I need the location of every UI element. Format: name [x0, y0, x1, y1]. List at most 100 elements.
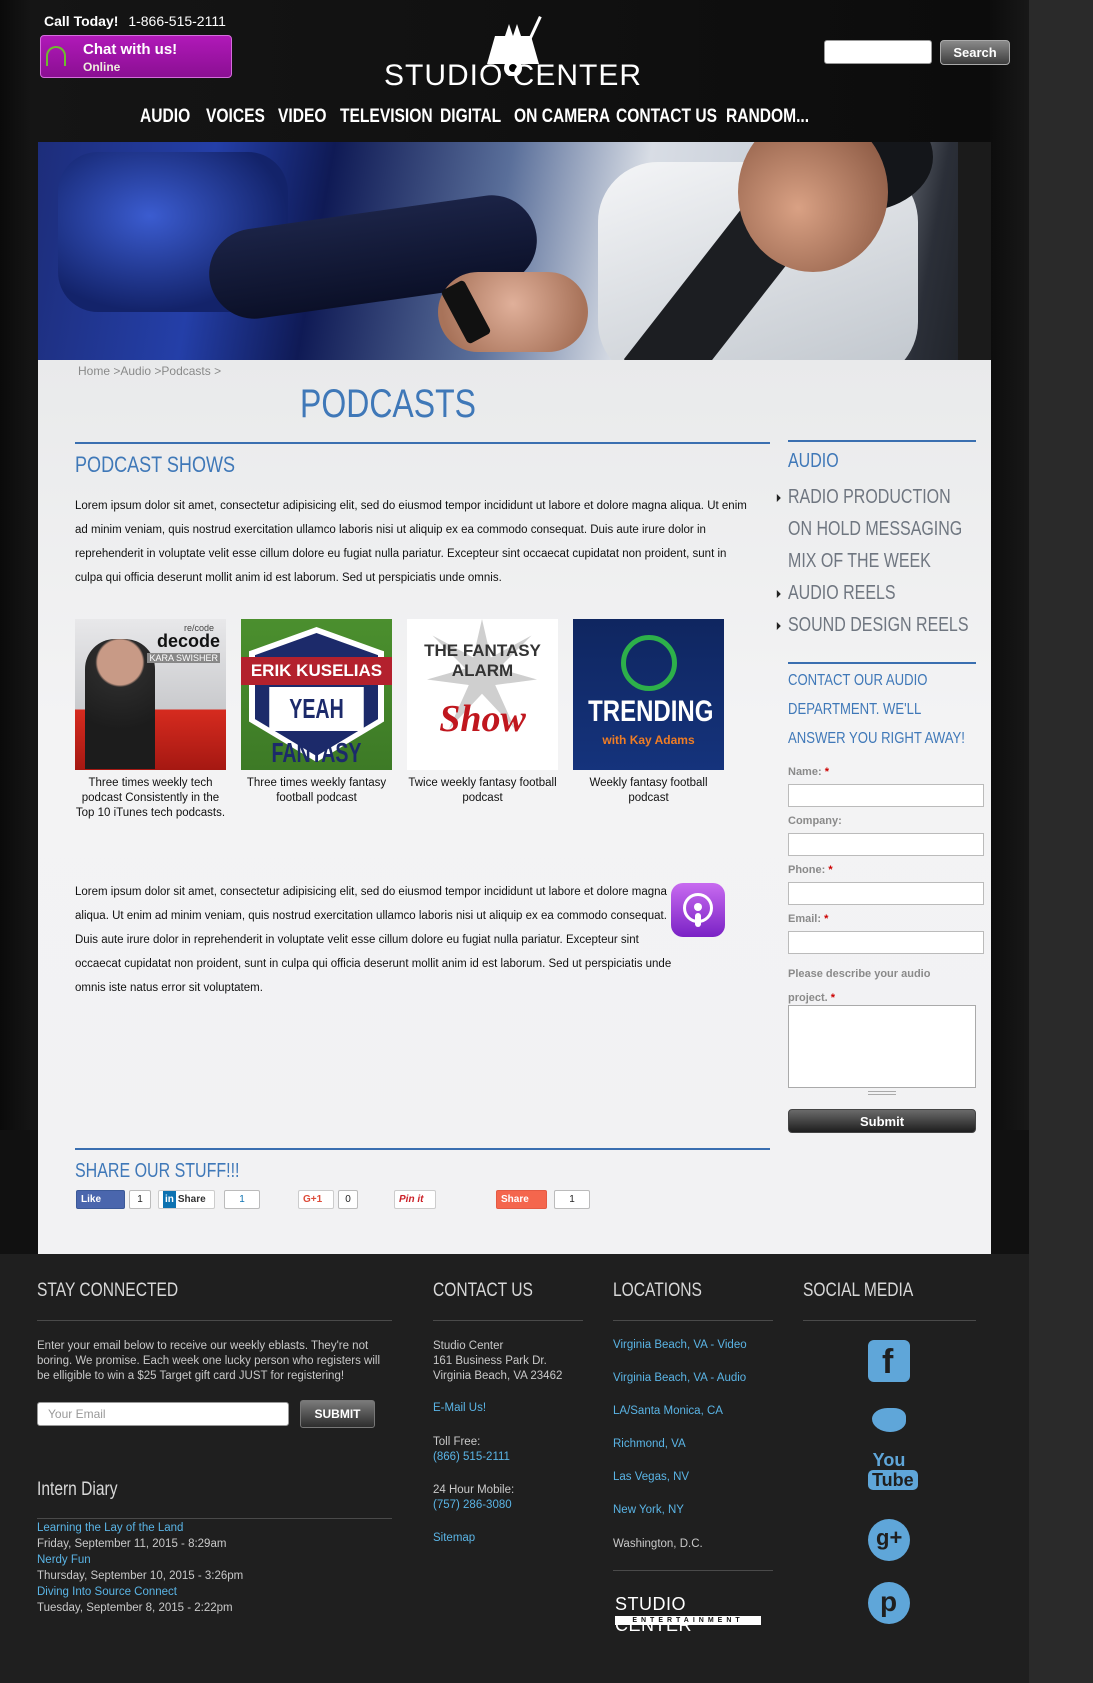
name-label-text: Name: [788, 766, 822, 778]
name-field[interactable] [788, 784, 984, 807]
nav-television[interactable]: TELEVISION [340, 106, 433, 128]
nav-random[interactable]: RANDOM... [726, 106, 809, 128]
youtube-icon[interactable]: You Tube [868, 1450, 918, 1498]
chat-status: Online [83, 60, 121, 74]
contact-address-2: Virginia Beach, VA 23462 [433, 1370, 563, 1382]
google-plus-button[interactable]: G+1 [298, 1190, 334, 1209]
art-title: TRENDING [588, 695, 714, 728]
sitemap-link[interactable]: Sitemap [433, 1532, 475, 1544]
contact-us-heading: CONTACT US [433, 1280, 533, 1301]
art-sub: with Kay Adams [602, 733, 695, 747]
tollfree-number[interactable]: (866) 515-2111 [433, 1451, 510, 1463]
submit-button[interactable]: Submit [788, 1109, 976, 1133]
phone-label-text: Phone: [788, 864, 826, 876]
phone-label: Phone: * [788, 864, 833, 876]
email-us-link[interactable]: E-Mail Us! [433, 1402, 486, 1414]
chat-button[interactable]: Chat with us! Online [40, 35, 232, 78]
share-divider [75, 1148, 770, 1150]
nav-voices[interactable]: VOICES [206, 106, 270, 128]
intern-diary-heading: Intern Diary [37, 1479, 118, 1500]
sidebar-item-mix-of-the-week[interactable]: MIX OF THE WEEK [788, 550, 968, 582]
location-link[interactable]: LA/Santa Monica, CA [613, 1405, 723, 1417]
contact-name: Studio Center [433, 1340, 504, 1352]
facebook-like-button[interactable]: Like [76, 1190, 125, 1209]
phone-field[interactable] [788, 882, 984, 905]
pinterest-icon[interactable]: p [868, 1582, 910, 1624]
location-link[interactable]: Virginia Beach, VA - Audio [613, 1372, 746, 1384]
email-label: Email: * [788, 913, 828, 925]
show-card[interactable]: THE FANTASY ALARM Show Twice weekly fant… [407, 619, 573, 821]
breadcrumb[interactable]: Home >Audio >Podcasts > [78, 364, 221, 378]
call-phone[interactable]: 1-866-515-2111 [128, 13, 226, 29]
hero-seat-right [958, 142, 991, 360]
arrow-icon [776, 494, 781, 502]
sidebar-heading[interactable]: AUDIO [788, 450, 839, 473]
sidebar-item-radio-production[interactable]: RADIO PRODUCTION [776, 486, 968, 518]
location-link[interactable]: New York, NY [613, 1504, 684, 1516]
location-link[interactable]: Virginia Beach, VA - Video [613, 1339, 747, 1351]
art-title: THE FANTASY ALARM [424, 641, 541, 680]
show-art-trending[interactable]: TRENDING with Kay Adams [573, 619, 724, 770]
show-card[interactable]: re/code decode KARA SWISHER Three times … [75, 619, 241, 821]
nav-contact-us[interactable]: CONTACT US [616, 106, 717, 128]
company-label: Company: [788, 815, 842, 827]
nav-audio[interactable]: AUDIO [140, 106, 199, 128]
diary-link[interactable]: Nerdy Fun [37, 1552, 243, 1568]
sidebar-divider [788, 440, 976, 442]
nav-on-camera[interactable]: ON CAMERA [514, 106, 610, 128]
name-label: Name: * [788, 766, 829, 778]
linkedin-share-button[interactable]: in Share [158, 1190, 215, 1209]
tollfree-label: Toll Free: [433, 1436, 481, 1448]
required-mark: * [830, 992, 836, 1004]
twitter-icon[interactable] [868, 1400, 910, 1442]
pinterest-button[interactable]: Pin it [394, 1190, 436, 1209]
location-link[interactable]: Las Vegas, NV [613, 1471, 689, 1483]
newsletter-email-input[interactable]: Your Email [37, 1402, 289, 1426]
show-card[interactable]: ERIK KUSELIAS YEAH FANTASY Three times w… [241, 619, 407, 821]
youtube-tube: Tube [868, 1470, 918, 1490]
diary-link[interactable]: Learning the Lay of the Land [37, 1520, 226, 1536]
show-caption: Weekly fantasy football podcast [589, 777, 708, 804]
project-textarea[interactable] [788, 1005, 976, 1088]
show-card[interactable]: TRENDING with Kay Adams Weekly fantasy f… [573, 619, 739, 821]
page-title: PODCASTS [299, 382, 477, 426]
google-plus-icon[interactable]: g+ [868, 1519, 910, 1561]
social-media-heading: SOCIAL MEDIA [803, 1280, 914, 1301]
show-art-yeah-fantasy[interactable]: ERIK KUSELIAS YEAH FANTASY [241, 619, 392, 770]
show-art-fantasy-alarm[interactable]: THE FANTASY ALARM Show [407, 619, 558, 770]
stem-shape [695, 913, 701, 927]
studio-center-logo[interactable]: STUDIO CENTER [380, 16, 650, 96]
diary-date: Friday, September 11, 2015 - 8:29am [37, 1538, 227, 1550]
intro-paragraph: Lorem ipsum dolor sit amet, consectetur … [75, 500, 747, 584]
facebook-icon[interactable]: f [868, 1340, 910, 1382]
resize-grip-icon[interactable] [868, 1091, 896, 1095]
sidebar-item-on-hold-messaging[interactable]: ON HOLD MESSAGING [788, 518, 968, 550]
footer-divider [37, 1320, 392, 1321]
project-label: Please describe your audio project. * [788, 962, 958, 1010]
studio-center-entertainment-logo[interactable]: STUDIO CENTER ENTERTAINMENT [613, 1594, 763, 1635]
podcasts-app-icon[interactable] [671, 883, 725, 937]
company-field[interactable] [788, 833, 984, 856]
main-nav: AUDIO VOICES VIDEO TELEVISION DIGITAL ON… [140, 106, 810, 128]
mobile-number[interactable]: (757) 286-3080 [433, 1499, 512, 1511]
sidebar-item-audio-reels[interactable]: AUDIO REELS [776, 582, 968, 614]
footer-divider [613, 1320, 773, 1321]
hero-image [38, 142, 991, 360]
newsletter-submit-button[interactable]: SUBMIT [300, 1400, 375, 1428]
show-art-decode[interactable]: re/code decode KARA SWISHER [75, 619, 226, 770]
diary-link[interactable]: Diving Into Source Connect [37, 1584, 233, 1600]
nav-video[interactable]: VIDEO [278, 106, 334, 128]
addthis-share-button[interactable]: Share [496, 1190, 547, 1209]
sidebar-item-sound-design-reels[interactable]: SOUND DESIGN REELS [776, 614, 968, 646]
football-icon [621, 635, 677, 691]
location-link[interactable]: Richmond, VA [613, 1438, 686, 1450]
email-field[interactable] [788, 931, 984, 954]
search-input[interactable] [824, 40, 932, 64]
sidebar-item-label: MIX OF THE WEEK [788, 550, 931, 572]
nav-digital[interactable]: DIGITAL [440, 106, 506, 128]
footer-divider [803, 1320, 976, 1321]
headset-icon [46, 46, 66, 66]
location-text: Washington, D.C. [613, 1538, 703, 1550]
search-button[interactable]: Search [940, 40, 1010, 65]
body-paragraph: Lorem ipsum dolor sit amet, consectetur … [75, 886, 672, 994]
